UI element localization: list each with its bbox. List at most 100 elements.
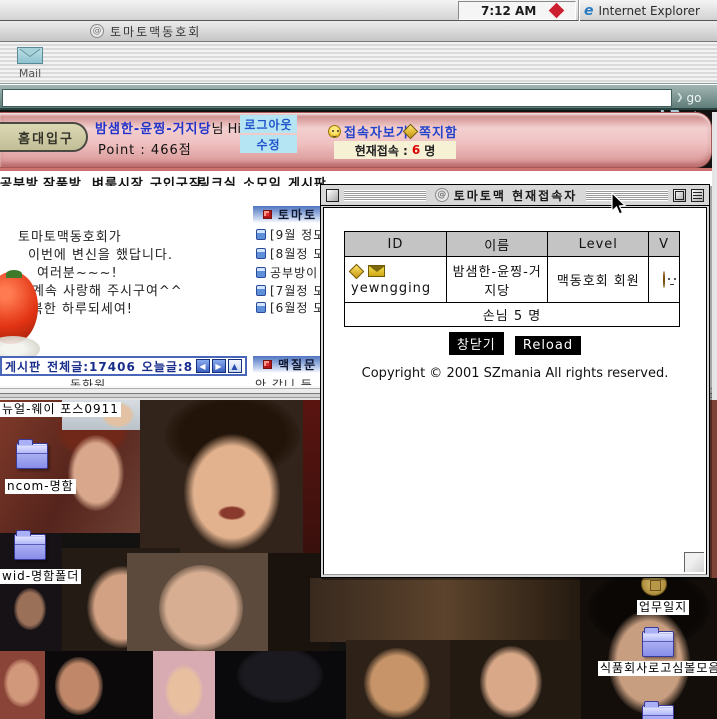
message-icon xyxy=(403,124,419,140)
document-icon xyxy=(256,229,266,240)
greeting-line: 토마토맥동호회가 xyxy=(18,226,122,245)
user-id: yewngging xyxy=(351,281,431,296)
photo xyxy=(710,400,717,578)
menubar-divider xyxy=(578,0,579,21)
close-window-button[interactable]: 창닫기 xyxy=(449,332,504,355)
screen: 7:12 AM e Internet Explorer @ 토마토맥동호회 Ma… xyxy=(0,0,717,719)
popup-button-row: 창닫기 Reload xyxy=(324,332,706,355)
photo xyxy=(450,640,581,719)
greeting-line: 계속 사랑해 주시구여^^ xyxy=(32,280,183,299)
folder-icon[interactable] xyxy=(16,443,48,469)
qna-list-header: 맥질문 xyxy=(253,356,323,373)
table-header-row: ID 이름 Level V xyxy=(345,232,680,257)
browser-title-bar[interactable]: @ 토마토맥동호회 xyxy=(0,21,717,42)
popup-title-text: 토마토맥 현재접속자 xyxy=(454,187,578,204)
edit-button[interactable]: 수정 xyxy=(240,135,297,153)
notice-list-header: 토마토 xyxy=(253,206,323,223)
photo xyxy=(140,400,308,563)
desktop-label-ncom[interactable]: ncom-명함 xyxy=(5,479,76,494)
user-id-cell: yewngging xyxy=(345,257,447,303)
photo xyxy=(0,651,45,719)
desktop-label-renewal[interactable]: 뉴얼-웨이 포스0911 xyxy=(0,402,121,417)
greeting-line: 이번에 변신을 했답니다. xyxy=(28,244,173,263)
board-today: 오늘글:8 xyxy=(142,358,193,375)
document-icon xyxy=(256,285,266,296)
notice-item[interactable]: [8월정 모 xyxy=(256,245,320,262)
col-id: ID xyxy=(345,232,447,257)
clipped-text: 동화원 xyxy=(70,376,160,386)
photo xyxy=(127,553,270,651)
desktop-label-wid[interactable]: wid-명함폴더 xyxy=(0,569,81,584)
top-button[interactable]: ▲ xyxy=(228,359,242,373)
board-status-bar: 게시판 전체글:17406 오늘글:8 ◀ ▶ ▲ xyxy=(0,356,247,376)
reload-button[interactable]: Reload xyxy=(515,336,581,355)
next-button[interactable]: ▶ xyxy=(212,359,226,373)
clipped-text: 안 갑니 등 xyxy=(255,376,317,386)
photo xyxy=(310,578,580,642)
folder-icon[interactable] xyxy=(642,705,674,719)
desktop-label-worklog[interactable]: 업무일지 xyxy=(637,600,689,615)
viewers-link[interactable]: 접속자보기 xyxy=(328,122,409,141)
current-unit: 명 xyxy=(424,142,435,159)
mail-icon[interactable] xyxy=(17,47,43,64)
notice-item-label: 공부방이 xyxy=(270,264,318,281)
photo xyxy=(303,400,320,560)
viewers-link-label: 접속자보기 xyxy=(344,122,409,141)
notice-item[interactable]: [9월 정모 xyxy=(256,226,320,243)
red-cube-icon xyxy=(263,360,272,369)
face-icon xyxy=(663,271,665,288)
notice-item[interactable]: [6월정 모 xyxy=(256,299,320,316)
document-icon xyxy=(256,248,266,259)
board-total: 전체글:17406 xyxy=(47,358,136,375)
photo xyxy=(346,640,450,719)
collapse-box-icon[interactable] xyxy=(691,189,704,202)
envelope-icon[interactable] xyxy=(368,265,385,277)
zoom-box-icon[interactable] xyxy=(673,189,686,202)
close-box-icon[interactable] xyxy=(326,189,339,202)
clock-text: 7:12 AM xyxy=(481,4,536,18)
prev-button[interactable]: ◀ xyxy=(196,359,210,373)
site-favicon-icon: @ xyxy=(90,24,104,38)
user-name-cell: 밤샘한-윤찡-거지당 xyxy=(446,257,548,303)
notice-item-label: [9월 정모 xyxy=(270,226,320,243)
folder-icon[interactable] xyxy=(14,534,46,560)
address-band: ❯ go xyxy=(0,84,717,110)
photo xyxy=(153,651,215,719)
document-icon xyxy=(256,267,266,278)
desktop-label-foodlogos[interactable]: 식품회사로고심볼모음 xyxy=(598,661,717,676)
notice-item-label: [8월정 모 xyxy=(270,245,320,262)
notice-list-title: 토마토 xyxy=(278,206,317,223)
document-icon xyxy=(256,302,266,313)
logout-button[interactable]: 로그아웃 xyxy=(240,115,297,133)
browser-right-edge xyxy=(712,112,717,400)
notice-item-label: [7월정 모 xyxy=(270,282,320,299)
current-connected-box: 현재접속 : 6 명 xyxy=(334,141,456,159)
at-icon: @ xyxy=(435,188,449,202)
mailbox-link[interactable]: 쪽지함 xyxy=(405,122,458,141)
welcome-line: 밤샘한-윤찡-거지당님 Hi^^ xyxy=(95,118,263,137)
resize-grip[interactable] xyxy=(684,552,704,572)
mail-button-label[interactable]: Mail xyxy=(12,67,48,80)
popup-title-bar[interactable]: @ 토마토맥 현재접속자 xyxy=(321,185,709,206)
notice-item[interactable]: 공부방이 xyxy=(256,264,320,281)
diamond-icon xyxy=(549,3,565,19)
photo xyxy=(215,651,346,719)
guest-count: 손님 5 명 xyxy=(345,303,680,327)
board-label: 게시판 xyxy=(5,358,41,375)
menu-bar: 7:12 AM e Internet Explorer xyxy=(0,0,717,21)
connected-users-window[interactable]: @ 토마토맥 현재접속자 ID 이름 Level V xyxy=(320,184,710,578)
col-v: V xyxy=(649,232,680,257)
folder-icon[interactable] xyxy=(642,631,674,657)
application-menu-label: Internet Explorer xyxy=(599,4,700,18)
smiley-icon xyxy=(328,125,341,138)
menu-clock[interactable]: 7:12 AM xyxy=(458,1,576,20)
application-menu[interactable]: e Internet Explorer xyxy=(584,0,717,21)
mailbox-link-label: 쪽지함 xyxy=(419,122,458,141)
col-name: 이름 xyxy=(446,232,548,257)
go-button[interactable]: ❯ go xyxy=(676,89,714,107)
notice-item[interactable]: [7월정 모 xyxy=(256,282,320,299)
entrance-button[interactable]: 홈대입구 xyxy=(0,122,88,152)
popup-content: ID 이름 Level V yewngging 밤샘한-윤찡-거지당 맥동호회 … xyxy=(323,207,707,575)
qna-list-title: 맥질문 xyxy=(278,356,317,373)
address-input[interactable] xyxy=(2,89,672,107)
